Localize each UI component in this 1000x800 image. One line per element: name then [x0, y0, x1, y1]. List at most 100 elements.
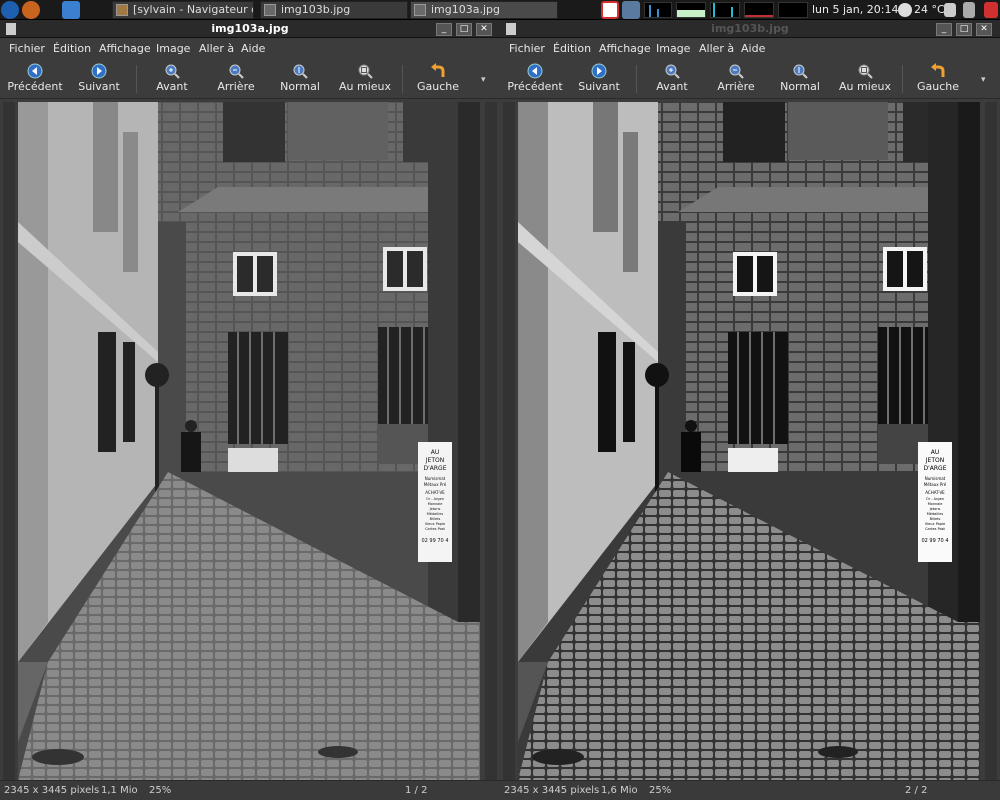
previous-button[interactable]: Précédent	[6, 61, 64, 97]
task-img103a[interactable]: img103a.jpg	[410, 1, 558, 19]
right-gutter	[985, 102, 997, 780]
zoom-original-icon	[793, 64, 808, 79]
next-label: Suivant	[578, 80, 620, 93]
menu-aide[interactable]: Aide	[741, 42, 765, 55]
sign-line: Billets	[430, 517, 441, 521]
task-img103b[interactable]: img103b.jpg	[260, 1, 408, 19]
menu-affichage[interactable]: Affichage	[599, 42, 651, 55]
rotate-left-icon	[431, 63, 445, 77]
zoom-in-label: Avant	[156, 80, 188, 93]
left-gutter	[3, 102, 15, 780]
sign-line: AU	[931, 449, 940, 456]
menu-aller-a[interactable]: Aller à	[199, 42, 234, 55]
file-size: 1,6 Mio	[601, 785, 638, 796]
window-title: img103a.jpg	[211, 22, 289, 35]
task-label: [sylvain - Navigateur d...	[133, 3, 253, 16]
sign-line: Monnaie	[428, 502, 443, 506]
title-bar[interactable]: img103b.jpg _ □ ✕	[500, 20, 1000, 38]
sign-line: Métaux Pré	[424, 482, 447, 487]
maximize-button[interactable]: □	[456, 23, 472, 36]
previous-button[interactable]: Précédent	[506, 61, 564, 97]
zoom-in-button[interactable]: Avant	[150, 61, 194, 97]
task-browser[interactable]: [sylvain - Navigateur d...	[112, 1, 254, 19]
zoom-out-button[interactable]: Arrière	[713, 61, 759, 97]
menu-edition[interactable]: Édition	[553, 42, 591, 55]
previous-label: Précédent	[507, 80, 563, 93]
zoom-in-button[interactable]: Avant	[650, 61, 694, 97]
zoom-fit-button[interactable]: Au mieux	[838, 61, 892, 97]
workspace-switcher-icon[interactable]	[62, 1, 80, 19]
sign-line: Or - Argen	[426, 497, 444, 501]
image-viewport[interactable]: AU JETON D'ARGE Numismat Métaux Pré ACHA…	[518, 102, 980, 780]
toolbar: Précédent Suivant Avant Arrière Normal A…	[500, 59, 1000, 99]
rotate-left-button[interactable]: Gauche	[916, 61, 960, 97]
menu-aller-a[interactable]: Aller à	[699, 42, 734, 55]
app-menu-icon[interactable]	[1, 1, 19, 19]
sign-line: Numismat	[425, 476, 446, 481]
maximize-button[interactable]: □	[956, 23, 972, 36]
firefox-launcher-icon[interactable]	[22, 1, 40, 19]
close-button[interactable]: ✕	[976, 23, 992, 36]
menu-edition[interactable]: Édition	[53, 42, 91, 55]
trash-icon[interactable]	[963, 2, 975, 18]
title-bar[interactable]: img103a.jpg _ □ ✕	[0, 20, 500, 38]
menu-fichier[interactable]: Fichier	[9, 42, 45, 55]
zoom-normal-button[interactable]: Normal	[278, 61, 322, 97]
gmail-icon[interactable]	[601, 1, 619, 19]
rotate-left-button[interactable]: Gauche	[416, 61, 460, 97]
sign-line: Monnaie	[928, 502, 943, 506]
sign-line: Métaux Pré	[924, 482, 947, 487]
image-icon	[414, 4, 426, 16]
window-title: img103b.jpg	[711, 22, 789, 35]
close-button[interactable]: ✕	[476, 23, 492, 36]
weather-icon[interactable]	[898, 3, 912, 17]
menu-affichage[interactable]: Affichage	[99, 42, 151, 55]
zoom-in-icon	[165, 64, 180, 79]
zoom-fit-icon	[858, 64, 873, 79]
clock[interactable]: lun 5 jan, 20:14	[812, 3, 898, 16]
sign-line: 02 99 70 4	[921, 538, 948, 544]
toolbar-separator	[402, 65, 403, 93]
minimize-button[interactable]: _	[936, 23, 952, 36]
network-icon[interactable]	[622, 1, 640, 19]
street-photo: AU JETON D'ARGE Numismat Métaux Pré ACHA…	[518, 102, 980, 780]
image-viewport[interactable]: AU JETON D'ARGE Numismat Métaux Pré ACHA…	[18, 102, 480, 780]
zoom-fit-button[interactable]: Au mieux	[338, 61, 392, 97]
menu-aide[interactable]: Aide	[241, 42, 265, 55]
logout-icon[interactable]	[984, 2, 998, 18]
weather-temp: 24 °C	[914, 3, 945, 16]
image-dimensions: 2345 x 3445 pixels	[504, 785, 600, 796]
toolbar-overflow-icon[interactable]: ▾	[981, 75, 986, 85]
memory-graph	[676, 2, 706, 18]
minimize-button[interactable]: _	[436, 23, 452, 36]
menu-fichier[interactable]: Fichier	[509, 42, 545, 55]
sign-line: Or - Argen	[926, 497, 944, 501]
zoom-fit-icon	[358, 64, 373, 79]
image-counter: 1 / 2	[405, 785, 428, 796]
go-next-icon	[591, 63, 607, 79]
sign-line: Jetons	[929, 507, 941, 511]
file-size: 1,1 Mio	[101, 785, 138, 796]
zoom-in-icon	[665, 64, 680, 79]
zoom-out-button[interactable]: Arrière	[213, 61, 259, 97]
zoom-out-label: Arrière	[217, 80, 255, 93]
next-button[interactable]: Suivant	[76, 61, 122, 97]
menu-bar: Fichier Édition Affichage Image Aller à …	[500, 39, 1000, 59]
sign-line: JETON	[925, 457, 944, 464]
viewer-window-left: img103a.jpg _ □ ✕ Fichier Édition Affich…	[0, 20, 500, 800]
zoom-fit-label: Au mieux	[338, 80, 391, 93]
zoom-normal-button[interactable]: Normal	[778, 61, 822, 97]
sign-line: 02 99 70 4	[421, 538, 448, 544]
menu-image[interactable]: Image	[156, 42, 190, 55]
next-button[interactable]: Suivant	[576, 61, 622, 97]
toolbar-overflow-icon[interactable]: ▾	[481, 75, 486, 85]
top-panel: [sylvain - Navigateur d... img103b.jpg i…	[0, 0, 1000, 20]
zoom-fit-label: Au mieux	[838, 80, 891, 93]
go-previous-icon	[27, 63, 43, 79]
menu-image[interactable]: Image	[656, 42, 690, 55]
zoom-original-icon	[293, 64, 308, 79]
go-next-icon	[91, 63, 107, 79]
toolbar-separator	[636, 65, 637, 93]
volume-icon[interactable]	[944, 3, 956, 17]
sign-line: D'ARGE	[424, 465, 447, 472]
